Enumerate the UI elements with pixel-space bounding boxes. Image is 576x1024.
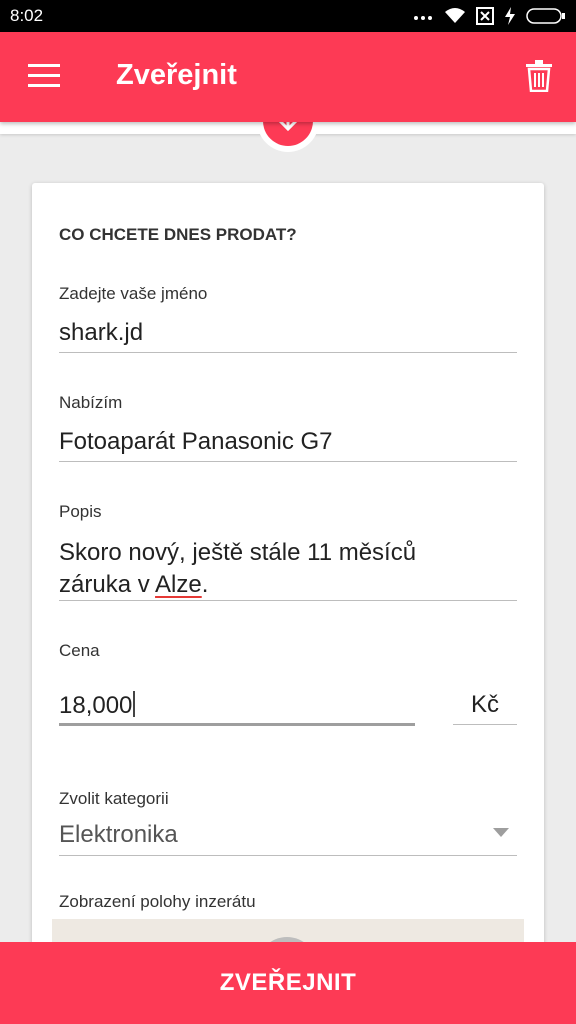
signal-dots-icon — [412, 8, 434, 29]
publish-button[interactable]: ZVEŘEJNIT — [0, 942, 576, 1024]
description-line-2-prefix: záruka v — [59, 571, 156, 598]
category-underline — [59, 855, 517, 856]
dropdown-arrow-icon[interactable] — [493, 828, 509, 837]
name-field[interactable]: shark.jd — [59, 319, 143, 347]
sell-form-card: CO CHCETE DNES PRODAT? Zadejte vaše jmén… — [32, 183, 544, 963]
description-field[interactable]: Skoro nový, ještě stále 11 měsíců záruka… — [59, 537, 519, 601]
offer-underline — [59, 461, 517, 462]
name-underline — [59, 352, 517, 353]
currency-label: Kč — [471, 691, 500, 718]
page-title: Zveřejnit — [116, 59, 237, 91]
price-value: 18,000 — [59, 692, 133, 719]
status-bar: 8:02 — [0, 0, 576, 32]
wifi-icon — [444, 7, 466, 30]
description-line-2-suffix: . — [201, 571, 209, 598]
app-bar: Zveřejnit — [0, 32, 576, 122]
text-cursor — [133, 691, 136, 717]
currency-underline — [453, 724, 517, 725]
description-label: Popis — [59, 502, 102, 521]
offer-field[interactable]: Fotoaparát Panasonic G7 — [59, 428, 333, 456]
no-sim-icon — [476, 7, 494, 30]
form-heading: CO CHCETE DNES PRODAT? — [59, 225, 297, 244]
location-label: Zobrazení polohy inzerátu — [59, 892, 256, 911]
price-underline — [59, 723, 415, 726]
price-label: Cena — [59, 641, 100, 660]
charging-icon — [504, 7, 516, 30]
status-icons — [412, 7, 566, 30]
spellcheck-word: Alze — [155, 571, 202, 598]
description-underline — [59, 600, 517, 601]
menu-icon[interactable] — [28, 64, 62, 88]
trash-icon[interactable] — [526, 60, 552, 97]
status-time: 8:02 — [10, 6, 44, 25]
offer-label: Nabízím — [59, 393, 123, 412]
battery-icon — [526, 8, 566, 29]
name-label: Zadejte vaše jméno — [59, 284, 208, 303]
category-select[interactable]: Elektronika — [59, 821, 178, 849]
description-line-1: Skoro nový, ještě stále 11 měsíců — [59, 539, 417, 566]
price-field[interactable]: 18,000 — [59, 691, 136, 720]
category-label: Zvolit kategorii — [59, 789, 169, 808]
